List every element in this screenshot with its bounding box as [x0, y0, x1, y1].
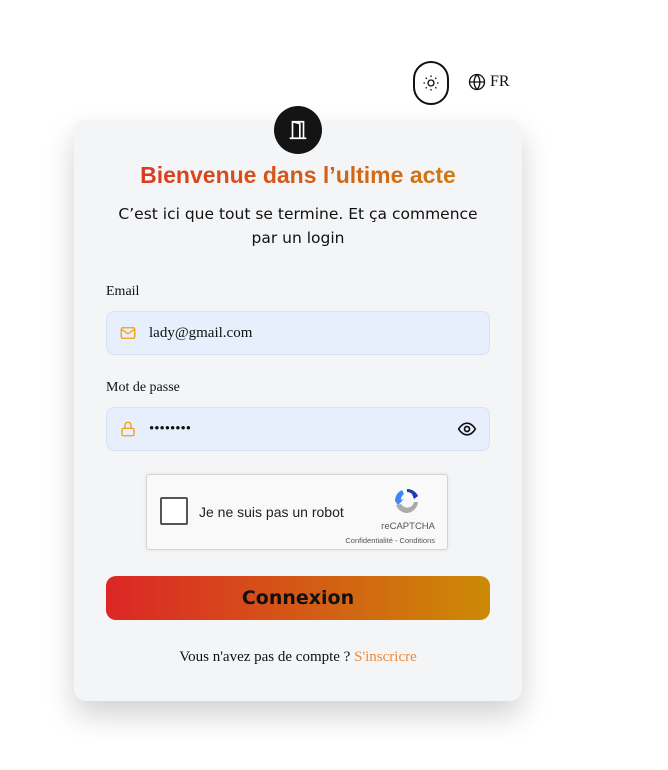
login-button[interactable]: Connexion [106, 576, 490, 620]
door-icon [274, 106, 322, 154]
email-label: Email [106, 284, 140, 299]
password-field[interactable]: •••••••• [106, 407, 490, 451]
recaptcha-logo-icon [394, 488, 418, 513]
login-card: Bienvenue dans l’ultime acte C’est ici q… [74, 106, 522, 701]
signup-prompt: Vous n'avez pas de compte ? S'inscricre [74, 649, 522, 666]
recaptcha-label: Je ne suis pas un robot [199, 504, 344, 520]
password-value: •••••••• [149, 420, 192, 437]
signup-text: Vous n'avez pas de compte ? [179, 649, 351, 665]
page-title: Bienvenue dans l’ultime acte [74, 162, 522, 189]
globe-icon [468, 73, 486, 91]
sun-icon [423, 75, 439, 91]
mail-icon [120, 327, 136, 339]
recaptcha-brand: reCAPTCHA [381, 521, 435, 532]
recaptcha-checkbox[interactable] [160, 497, 188, 525]
recaptcha-links[interactable]: Confidentialité - Conditions [345, 536, 435, 545]
eye-icon[interactable] [457, 419, 477, 439]
signup-link[interactable]: S'inscricre [354, 649, 417, 665]
recaptcha-widget: Je ne suis pas un robot reCAPTCHA Confid… [146, 474, 448, 550]
language-selector[interactable]: FR [468, 73, 510, 91]
email-field[interactable]: lady@gmail.com [106, 311, 490, 355]
theme-toggle-button[interactable] [413, 61, 449, 105]
lock-icon [121, 421, 135, 437]
password-label: Mot de passe [106, 380, 180, 395]
email-value: lady@gmail.com [149, 324, 253, 341]
page-subtitle: C’est ici que tout se termine. Et ça com… [118, 205, 478, 247]
language-label: FR [490, 73, 510, 90]
